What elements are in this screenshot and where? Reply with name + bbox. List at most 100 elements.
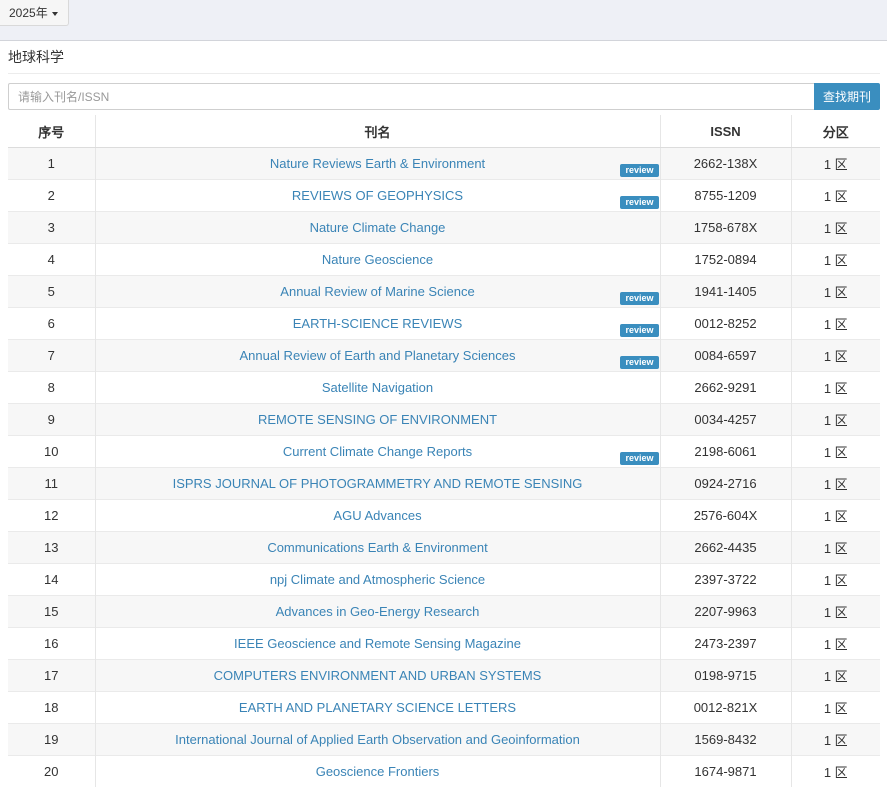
row-index: 19	[8, 723, 96, 756]
row-index: 6	[8, 307, 96, 340]
journal-link[interactable]: npj Climate and Atmospheric Science	[270, 572, 485, 587]
table-row: 15 Advances in Geo-Energy Research 2207-99…	[8, 595, 880, 628]
journal-link[interactable]: Nature Geoscience	[322, 252, 433, 267]
journal-link[interactable]: Annual Review of Earth and Planetary Sci…	[239, 348, 515, 363]
row-zone: 1 区	[791, 371, 880, 404]
row-zone: 1 区	[791, 243, 880, 276]
journal-link[interactable]: ISPRS JOURNAL OF PHOTOGRAMMETRY AND REMO…	[173, 476, 583, 491]
journal-link[interactable]: COMPUTERS ENVIRONMENT AND URBAN SYSTEMS	[214, 668, 542, 683]
journal-link[interactable]: AGU Advances	[333, 508, 421, 523]
table-row: 9 REMOTE SENSING OF ENVIRONMENT 0034-4257 1…	[8, 403, 880, 436]
journal-link[interactable]: Satellite Navigation	[322, 380, 433, 395]
table-row: 7 Annual Review of Earth and Planetary Sc…	[8, 339, 880, 372]
journal-link[interactable]: Current Climate Change Reports	[283, 444, 472, 459]
row-journal-name-cell: REVIEWS OF GEOPHYSICS review	[95, 179, 661, 212]
journal-link[interactable]: Advances in Geo-Energy Research	[276, 604, 480, 619]
journal-link[interactable]: Nature Climate Change	[310, 220, 446, 235]
journal-link[interactable]: International Journal of Applied Earth O…	[175, 732, 580, 747]
table-row: 2 REVIEWS OF GEOPHYSICS review 8755-1209 1 区	[8, 179, 880, 212]
row-index: 5	[8, 275, 96, 308]
row-journal-name-cell: Communications Earth & Environment	[95, 531, 661, 564]
row-journal-name-cell: REMOTE SENSING OF ENVIRONMENT	[95, 403, 661, 436]
journal-link[interactable]: Geoscience Frontiers	[316, 764, 440, 779]
search-button[interactable]: 查找期刊	[814, 83, 880, 110]
row-journal-name-cell: Current Climate Change Reports review	[95, 435, 661, 468]
row-issn: 2198-6061	[660, 435, 792, 468]
row-journal-name-cell: International Journal of Applied Earth O…	[95, 723, 661, 756]
review-badge: review	[620, 324, 659, 337]
row-zone: 1 区	[791, 179, 880, 212]
row-journal-name-cell: IEEE Geoscience and Remote Sensing Magaz…	[95, 627, 661, 660]
journal-link[interactable]: EARTH AND PLANETARY SCIENCE LETTERS	[239, 700, 516, 715]
category-title: 地球科学	[8, 49, 64, 65]
row-journal-name-cell: EARTH-SCIENCE REVIEWS review	[95, 307, 661, 340]
search-input[interactable]	[8, 83, 814, 110]
journal-link[interactable]: EARTH-SCIENCE REVIEWS	[293, 316, 463, 331]
row-issn: 2662-138X	[660, 147, 792, 180]
row-journal-name-cell: Geoscience Frontiers	[95, 755, 661, 787]
journal-link[interactable]: REVIEWS OF GEOPHYSICS	[292, 188, 463, 203]
table-row: 4 Nature Geoscience 1752-0894 1 区	[8, 243, 880, 276]
row-zone: 1 区	[791, 659, 880, 692]
table-row: 6 EARTH-SCIENCE REVIEWS review 0012-8252 1 区	[8, 307, 880, 340]
table-row: 17 COMPUTERS ENVIRONMENT AND URBAN SYSTEM…	[8, 659, 880, 692]
row-zone: 1 区	[791, 435, 880, 468]
table-row: 1 Nature Reviews Earth & Environment revie…	[8, 147, 880, 180]
row-zone: 1 区	[791, 275, 880, 308]
row-zone: 1 区	[791, 307, 880, 340]
row-issn: 8755-1209	[660, 179, 792, 212]
row-issn: 0012-821X	[660, 691, 792, 724]
row-journal-name-cell: Annual Review of Earth and Planetary Sci…	[95, 339, 661, 372]
journal-table: 序号 刊名 ISSN 分区 1 Nature Reviews Earth & En…	[8, 115, 880, 787]
row-journal-name-cell: Nature Reviews Earth & Environment review	[95, 147, 661, 180]
row-issn: 2473-2397	[660, 627, 792, 660]
table-row: 18 EARTH AND PLANETARY SCIENCE LETTERS 001…	[8, 691, 880, 724]
row-issn: 0012-8252	[660, 307, 792, 340]
table-row: 16 IEEE Geoscience and Remote Sensing Mag…	[8, 627, 880, 660]
header-index: 序号	[8, 115, 96, 148]
review-badge: review	[620, 356, 659, 369]
row-index: 16	[8, 627, 96, 660]
journal-link[interactable]: Annual Review of Marine Science	[280, 284, 474, 299]
row-journal-name-cell: AGU Advances	[95, 499, 661, 532]
row-journal-name-cell: Advances in Geo-Energy Research	[95, 595, 661, 628]
table-row: 5 Annual Review of Marine Science review 19…	[8, 275, 880, 308]
row-zone: 1 区	[791, 531, 880, 564]
row-issn: 1752-0894	[660, 243, 792, 276]
row-issn: 0034-4257	[660, 403, 792, 436]
row-issn: 2662-9291	[660, 371, 792, 404]
year-dropdown[interactable]: 2025年	[0, 0, 69, 26]
row-issn: 0924-2716	[660, 467, 792, 500]
year-dropdown-label: 2025年	[9, 6, 48, 20]
table-row: 10 Current Climate Change Reports review 21…	[8, 435, 880, 468]
row-issn: 1569-8432	[660, 723, 792, 756]
journal-link[interactable]: REMOTE SENSING OF ENVIRONMENT	[258, 412, 497, 427]
table-row: 19 International Journal of Applied Earth…	[8, 723, 880, 756]
row-index: 20	[8, 755, 96, 787]
row-zone: 1 区	[791, 403, 880, 436]
journal-link[interactable]: Nature Reviews Earth & Environment	[270, 156, 485, 171]
row-zone: 1 区	[791, 755, 880, 787]
row-issn: 1758-678X	[660, 211, 792, 244]
table-row: 14 npj Climate and Atmospheric Science 239…	[8, 563, 880, 596]
row-index: 2	[8, 179, 96, 212]
table-row: 11 ISPRS JOURNAL OF PHOTOGRAMMETRY AND RE…	[8, 467, 880, 500]
header-name: 刊名	[95, 115, 661, 148]
review-badge: review	[620, 164, 659, 177]
journal-link[interactable]: IEEE Geoscience and Remote Sensing Magaz…	[234, 636, 521, 651]
row-zone: 1 区	[791, 595, 880, 628]
row-journal-name-cell: Annual Review of Marine Science review	[95, 275, 661, 308]
row-issn: 2207-9963	[660, 595, 792, 628]
row-index: 10	[8, 435, 96, 468]
journal-link[interactable]: Communications Earth & Environment	[267, 540, 487, 555]
row-zone: 1 区	[791, 563, 880, 596]
row-issn: 0198-9715	[660, 659, 792, 692]
row-journal-name-cell: Nature Geoscience	[95, 243, 661, 276]
row-journal-name-cell: Nature Climate Change	[95, 211, 661, 244]
row-index: 13	[8, 531, 96, 564]
table-row: 12 AGU Advances 2576-604X 1 区	[8, 499, 880, 532]
row-index: 18	[8, 691, 96, 724]
divider	[8, 73, 880, 74]
review-badge: review	[620, 292, 659, 305]
table-row: 3 Nature Climate Change 1758-678X 1 区	[8, 211, 880, 244]
